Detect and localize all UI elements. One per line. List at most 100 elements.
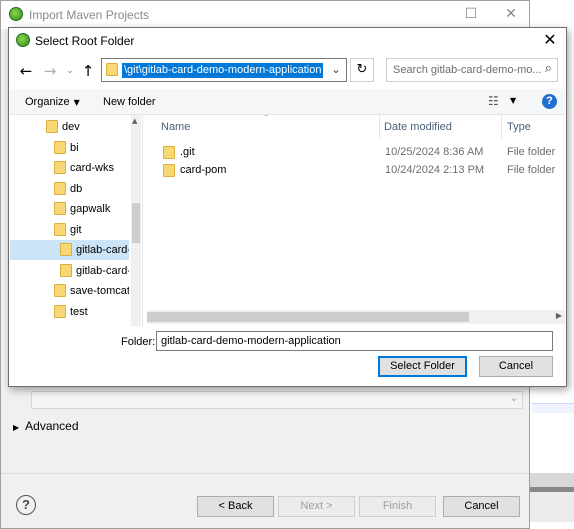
background-panel-edge — [530, 492, 574, 522]
column-divider[interactable] — [379, 115, 380, 139]
forward-arrow-icon[interactable]: → — [41, 62, 59, 80]
finish-button[interactable]: Finish — [359, 496, 436, 517]
dropdown-triangle-icon: ▼ — [73, 98, 80, 107]
file-name: .git — [180, 146, 195, 158]
cancel-button[interactable]: Cancel — [443, 496, 520, 517]
vertical-scrollbar[interactable]: ▲ — [131, 115, 141, 326]
address-path[interactable]: \git\gitlab-card-demo-modern-application — [122, 63, 324, 78]
folder-icon — [54, 222, 66, 236]
tree-item[interactable]: gapwalk — [10, 199, 129, 219]
pane-divider — [142, 115, 143, 326]
eclipse-app-icon — [16, 33, 30, 47]
folder-icon — [54, 140, 66, 154]
tree-item-label: card-wks — [70, 162, 115, 174]
tree-item-label: test — [70, 305, 88, 318]
divider — [1, 473, 529, 474]
tree-item-label: gitlab-card- — [76, 264, 129, 277]
folder-field[interactable]: gitlab-card-demo-modern-application — [156, 331, 553, 351]
tree-item-label: save-tomcat — [70, 285, 129, 297]
tree-item[interactable]: gitlab-card- — [10, 240, 129, 260]
folder-icon — [60, 263, 72, 277]
change-view-icon[interactable]: ☷ — [488, 94, 499, 108]
folder-icon — [54, 181, 66, 195]
back-button[interactable]: < Back — [197, 496, 274, 517]
background-panel-edge — [530, 473, 574, 487]
scrollbar-thumb[interactable] — [147, 312, 469, 322]
list-item[interactable]: .git 10/25/2024 8:36 AM File folder — [147, 143, 565, 161]
scroll-up-arrow-icon[interactable]: ▲ — [132, 117, 137, 125]
folder-icon — [54, 284, 66, 297]
folder-icon — [54, 202, 66, 215]
folder-icon — [106, 63, 118, 76]
advanced-section-toggle[interactable]: ▶ Advanced — [13, 419, 79, 433]
folder-icon — [163, 146, 175, 159]
next-button[interactable]: Next > — [278, 496, 355, 517]
folder-icon — [163, 164, 175, 177]
file-date: 10/24/2024 2:13 PM — [385, 164, 485, 176]
dropdown-triangle-icon[interactable]: ▼ — [510, 96, 516, 105]
background-panel-edge — [532, 403, 574, 413]
window-title: Import Maven Projects — [29, 8, 150, 22]
refresh-icon: ↻ — [356, 62, 368, 77]
search-input[interactable]: Search gitlab-card-demo-mo... ⌕ — [386, 58, 558, 82]
file-date: 10/25/2024 8:36 AM — [385, 146, 484, 158]
list-item[interactable]: card-pom 10/24/2024 2:13 PM File folder — [147, 161, 565, 179]
expand-triangle-icon: ▶ — [13, 423, 20, 432]
chevron-down-icon: ⌄ — [509, 393, 518, 404]
title-bar: Import Maven Projects ☐ ✕ — [1, 1, 529, 29]
help-icon[interactable]: ? — [542, 94, 557, 109]
organize-menu[interactable]: Organize ▼ — [25, 96, 80, 108]
column-header-name[interactable]: Name — [161, 115, 190, 139]
tree-item-label: gapwalk — [70, 203, 111, 215]
scrollbar-thumb[interactable] — [132, 203, 140, 243]
advanced-label: Advanced — [25, 419, 79, 433]
maximize-icon[interactable]: ☐ — [461, 5, 481, 23]
close-icon[interactable]: ✕ — [540, 30, 560, 49]
folder-label: Folder: — [121, 336, 156, 348]
folder-icon — [54, 304, 66, 318]
location-combo[interactable]: ⌄ — [31, 391, 523, 409]
navigation-pane: dev bi card-wks db gapwalk git gitlab-card-git… — [10, 115, 141, 326]
dialog-title: Select Root Folder — [35, 34, 135, 48]
tree-item[interactable]: db — [10, 179, 129, 199]
file-type: File folder — [507, 164, 556, 176]
sort-ascending-icon: ⌃ — [263, 115, 270, 122]
close-icon[interactable]: ✕ — [501, 5, 521, 23]
column-header-date-modified[interactable]: Date modified — [384, 115, 452, 139]
new-folder-button[interactable]: New folder — [103, 96, 156, 108]
scroll-right-arrow-icon[interactable]: ▶ — [556, 311, 562, 320]
tree-item[interactable]: gitlab-card- — [10, 261, 129, 281]
folder-icon — [54, 161, 66, 174]
select-root-folder-dialog: Select Root Folder ✕ ← → ⌄ ↑ \git\gitlab… — [8, 27, 567, 387]
tree-item-label: git — [70, 223, 82, 236]
horizontal-scrollbar[interactable]: ▶ — [147, 310, 565, 324]
tree-item-label: dev — [62, 121, 80, 133]
refresh-button[interactable]: ↻ — [350, 58, 374, 82]
column-divider[interactable] — [501, 115, 502, 139]
tree-item-label: bi — [70, 141, 79, 154]
help-icon[interactable]: ? — [16, 495, 36, 515]
tree-item[interactable]: dev — [10, 117, 129, 137]
tree-item[interactable]: git — [10, 220, 129, 240]
search-icon: ⌕ — [544, 61, 552, 76]
tree-item[interactable]: save-tomcat — [10, 281, 129, 301]
tree-item[interactable]: test — [10, 302, 129, 322]
eclipse-app-icon — [9, 7, 23, 21]
tree-item[interactable]: bi — [10, 138, 129, 158]
tree-item[interactable]: card-wks — [10, 158, 129, 178]
chevron-down-icon[interactable]: ⌄ — [326, 59, 346, 81]
file-type: File folder — [507, 146, 556, 158]
tree-item-label: gitlab-card- — [76, 244, 129, 256]
up-arrow-icon[interactable]: ↑ — [79, 62, 97, 80]
folder-icon — [60, 243, 72, 256]
recent-locations-chevron-icon[interactable]: ⌄ — [61, 62, 79, 80]
file-list: ⌃ Name Date modified Type .git 10/25/2024… — [147, 115, 565, 326]
command-bar: Organize ▼ New folder ☷ ▼ ? — [10, 89, 565, 115]
back-arrow-icon[interactable]: ← — [17, 62, 35, 80]
organize-label: Organize — [25, 96, 70, 108]
cancel-button[interactable]: Cancel — [479, 356, 553, 377]
column-header-type[interactable]: Type — [507, 115, 531, 139]
tree-item-label: db — [70, 182, 83, 195]
address-bar[interactable]: \git\gitlab-card-demo-modern-application… — [101, 58, 347, 82]
select-folder-button[interactable]: Select Folder — [378, 356, 467, 377]
